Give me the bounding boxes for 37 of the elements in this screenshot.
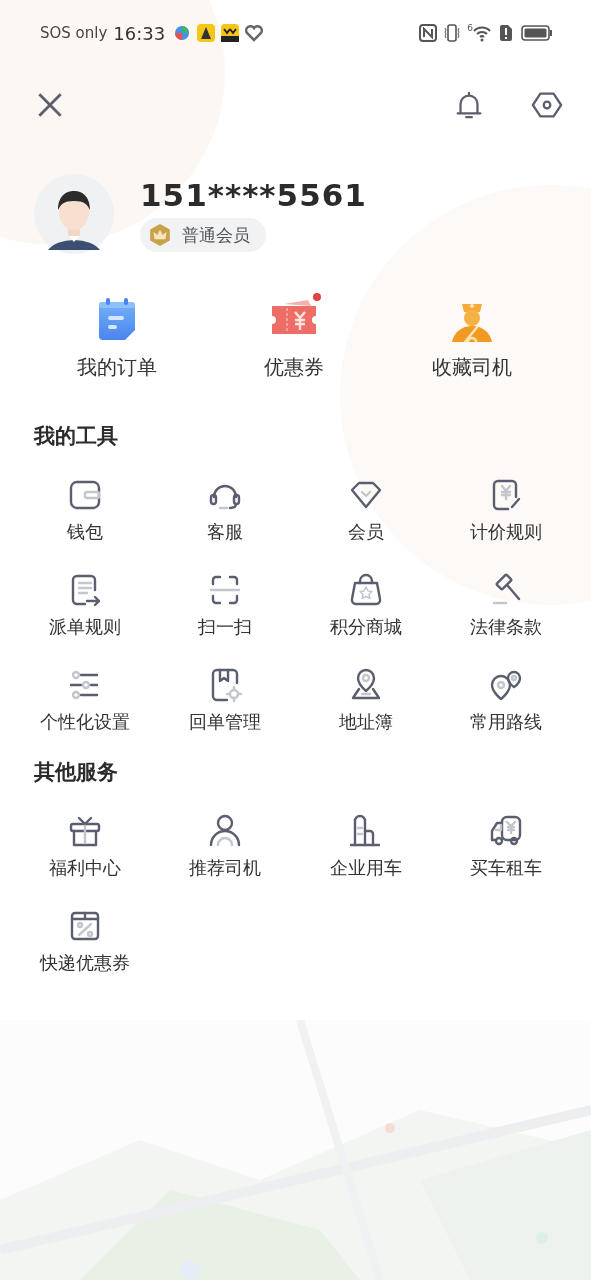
network-label: 6 xyxy=(467,24,473,33)
section-title: 其他服务 xyxy=(34,759,119,785)
tool-item[interactable]: 回单管理 xyxy=(155,665,296,745)
tool-item[interactable]: 积分商城 xyxy=(295,570,436,650)
tool-item[interactable]: 法律条款 xyxy=(435,570,576,650)
shortcut-button[interactable]: 收藏司机 xyxy=(383,296,561,381)
nfc-icon xyxy=(419,24,438,42)
tool-item[interactable]: 计价规则 xyxy=(435,475,576,555)
tool-item[interactable]: 常用路线 xyxy=(435,665,576,745)
section-title: 我的工具 xyxy=(34,423,119,449)
tool-item[interactable]: 钱包 xyxy=(15,475,156,555)
sim-alert-icon xyxy=(497,24,515,42)
tool-item[interactable]: 会员 xyxy=(295,475,436,555)
battery-icon xyxy=(521,24,553,42)
tool-item[interactable]: 买车租车 xyxy=(435,811,576,891)
tool-item[interactable]: 地址簿 xyxy=(295,665,436,745)
vibrate-icon xyxy=(443,24,462,42)
wifi-icon xyxy=(473,24,491,42)
tool-item[interactable]: 快递优惠券 xyxy=(15,906,156,986)
tool-item[interactable]: 福利中心 xyxy=(15,811,156,891)
tool-item[interactable]: 个性化设置 xyxy=(15,665,156,745)
heart-icon xyxy=(245,24,264,42)
shortcut-button[interactable]: 优惠券 xyxy=(205,296,384,381)
clock: 16:33 xyxy=(113,22,166,44)
tool-item[interactable]: 企业用车 xyxy=(295,811,436,891)
app-icon xyxy=(197,24,216,42)
phone-number: 151****5561 xyxy=(140,176,367,214)
tool-item[interactable]: 扫一扫 xyxy=(155,570,296,650)
app-icon xyxy=(173,24,192,42)
carrier-text: SOS only xyxy=(40,24,108,42)
app-icon xyxy=(221,24,240,42)
tool-item[interactable]: 客服 xyxy=(155,475,296,555)
shortcut-button[interactable]: 我的订单 xyxy=(28,296,206,381)
tool-item[interactable]: 推荐司机 xyxy=(155,811,296,891)
member-level-badge: 普通会员 xyxy=(140,218,266,252)
tool-item[interactable]: 派单规则 xyxy=(15,570,156,650)
crown-icon xyxy=(148,223,172,247)
